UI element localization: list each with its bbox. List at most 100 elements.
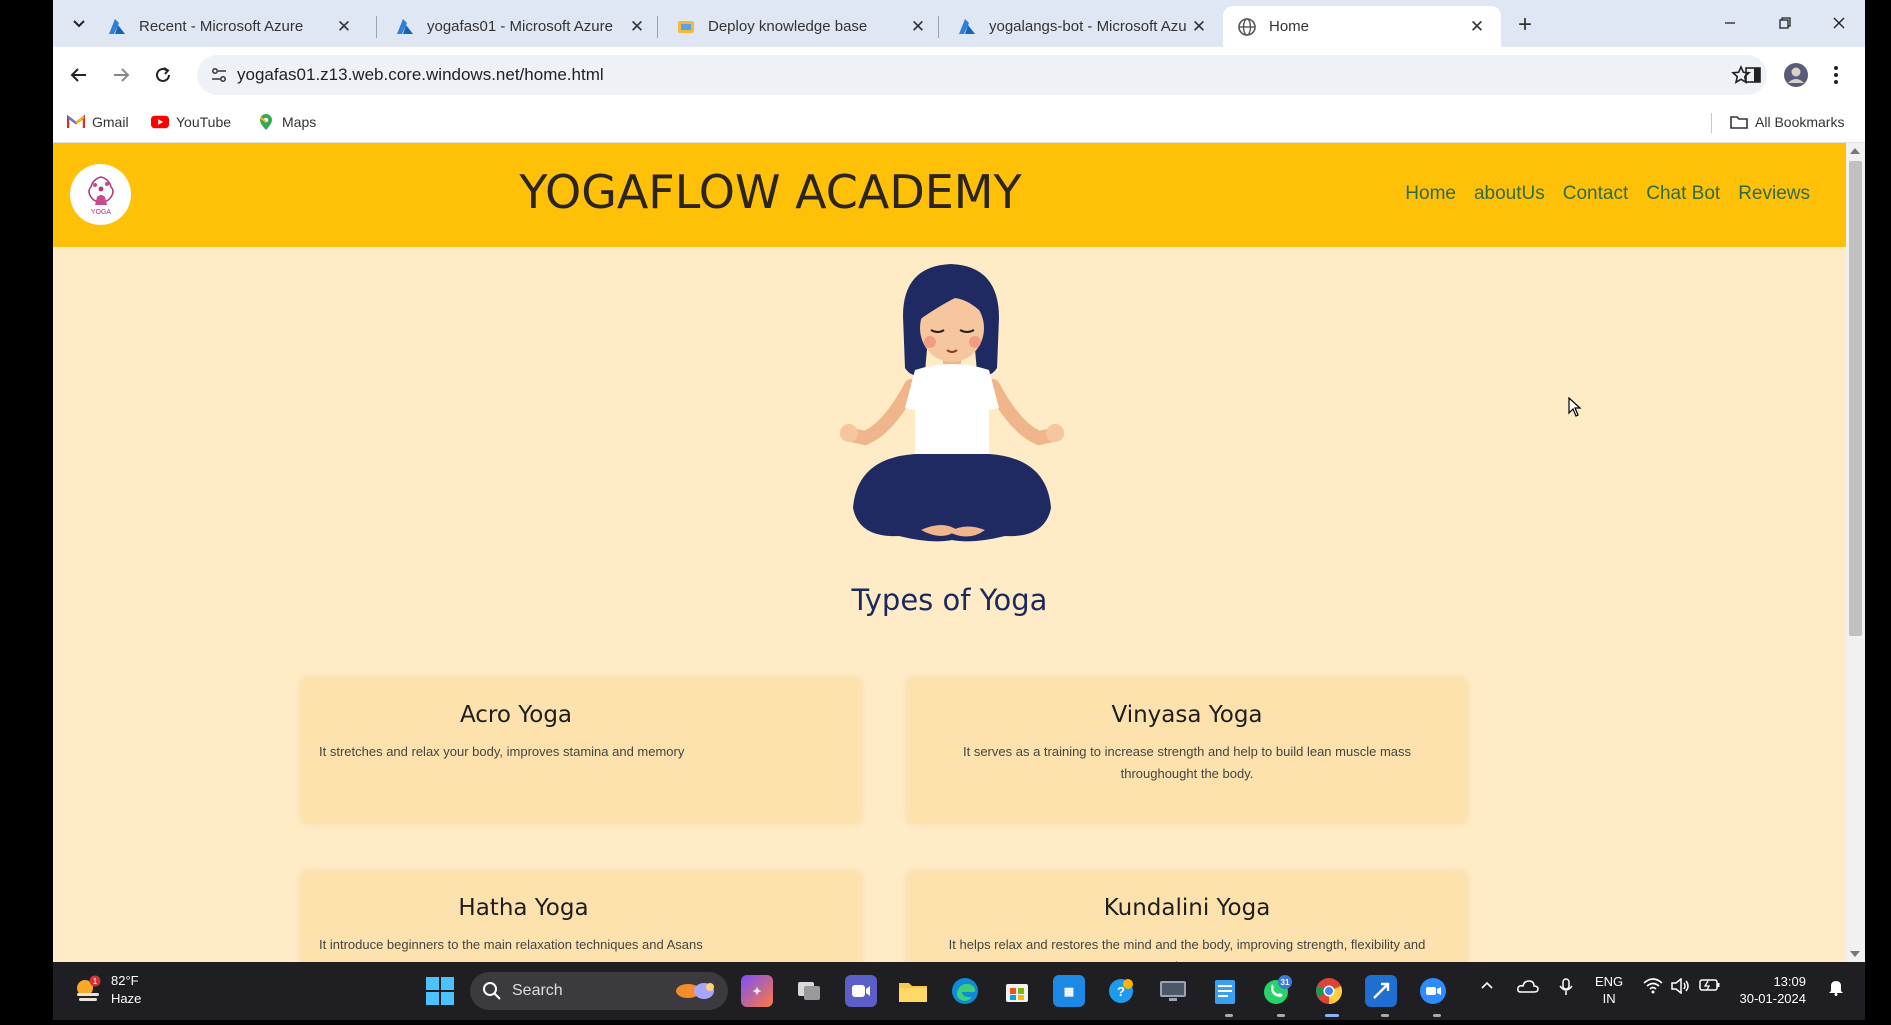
bookmark-maps[interactable]: Maps bbox=[257, 111, 316, 133]
volume-icon[interactable] bbox=[1671, 977, 1691, 997]
microphone-icon[interactable] bbox=[1559, 978, 1573, 999]
address-bar[interactable]: yogafas01.z13.web.core.windows.net/home.… bbox=[197, 55, 1767, 95]
profile-avatar[interactable] bbox=[1781, 60, 1811, 90]
close-icon[interactable]: ✕ bbox=[1467, 17, 1487, 37]
close-window-button[interactable] bbox=[1817, 8, 1861, 38]
restore-button[interactable] bbox=[1763, 8, 1807, 38]
site-title: YOGAFLOW ACADEMY bbox=[519, 165, 1022, 219]
side-panel-icon[interactable] bbox=[1738, 60, 1768, 90]
running-indicator bbox=[1381, 1014, 1389, 1017]
card-vinyasa-yoga: Vinyasa Yoga It serves as a training to … bbox=[907, 678, 1467, 823]
taskbar-search[interactable]: Search bbox=[470, 972, 728, 1010]
language-indicator[interactable]: ENG IN bbox=[1595, 973, 1623, 1007]
app-icon-help[interactable]: ? bbox=[1105, 975, 1137, 1007]
weather-condition: Haze bbox=[111, 991, 142, 1006]
close-icon[interactable]: ✕ bbox=[1189, 17, 1209, 37]
page-scrollbar[interactable] bbox=[1846, 143, 1865, 962]
edge-icon[interactable] bbox=[949, 975, 981, 1007]
battery-icon[interactable] bbox=[1699, 978, 1721, 995]
chrome-icon[interactable] bbox=[1313, 975, 1345, 1007]
azure-icon bbox=[109, 18, 125, 34]
whatsapp-icon[interactable]: 31 bbox=[1261, 975, 1293, 1007]
notification-bell-icon[interactable] bbox=[1828, 978, 1844, 999]
tab-label: yogafas01 - Microsoft Azure bbox=[427, 18, 613, 35]
bookmarks-divider bbox=[1711, 113, 1712, 133]
whatsapp-badge: 31 bbox=[1281, 978, 1290, 987]
weather-temp: 82°F bbox=[111, 973, 139, 988]
arrow-right-icon bbox=[114, 68, 130, 82]
tab-deploy-knowledge-base[interactable]: Deploy knowledge base ✕ bbox=[662, 6, 942, 47]
bookmark-label: Maps bbox=[282, 114, 317, 130]
site-info-icon[interactable] bbox=[207, 63, 231, 87]
running-indicator bbox=[1277, 1014, 1285, 1017]
nav-chat-bot[interactable]: Chat Bot bbox=[1646, 183, 1720, 205]
new-tab-button[interactable]: + bbox=[1511, 11, 1539, 39]
nav-reviews[interactable]: Reviews bbox=[1738, 183, 1810, 205]
close-icon[interactable]: ✕ bbox=[908, 17, 928, 37]
back-button[interactable] bbox=[61, 57, 97, 93]
nav-home[interactable]: Home bbox=[1405, 183, 1456, 205]
scroll-up-icon[interactable] bbox=[1850, 148, 1860, 154]
notepad-icon[interactable] bbox=[1209, 975, 1241, 1007]
close-icon[interactable]: ✕ bbox=[334, 17, 354, 37]
globe-icon bbox=[1238, 17, 1256, 36]
card-description: It helps relax and restores the mind and… bbox=[948, 937, 1426, 962]
bookmark-label: Gmail bbox=[92, 114, 129, 130]
close-icon[interactable]: ✕ bbox=[627, 17, 647, 37]
weather-haze-icon: 1 bbox=[77, 975, 101, 1001]
teams-icon[interactable] bbox=[845, 975, 877, 1007]
bookmarks-bar: Gmail YouTube Maps All Bookmarks bbox=[53, 103, 1865, 143]
tab-label: yogalangs-bot - Microsoft Azu bbox=[989, 18, 1187, 35]
card-title: Acro Yoga bbox=[459, 702, 573, 728]
site-nav: Home aboutUs Contact Chat Bot Reviews bbox=[1387, 183, 1810, 205]
mouse-cursor-icon bbox=[1568, 397, 1582, 417]
reload-button[interactable] bbox=[145, 57, 181, 93]
app-icon-monitor[interactable] bbox=[1157, 975, 1189, 1007]
tab-label: Deploy knowledge base bbox=[708, 18, 868, 35]
folder-icon bbox=[1730, 113, 1748, 131]
tab-search-button[interactable] bbox=[61, 9, 97, 39]
bookmark-youtube[interactable]: YouTube bbox=[151, 111, 231, 133]
close-icon bbox=[1833, 17, 1845, 29]
menu-dots-icon[interactable] bbox=[1821, 60, 1851, 90]
scroll-down-icon[interactable] bbox=[1850, 951, 1860, 957]
tab-home[interactable]: Home ✕ bbox=[1223, 6, 1501, 47]
all-bookmarks-button[interactable]: All Bookmarks bbox=[1730, 111, 1844, 133]
search-placeholder: Search bbox=[512, 982, 563, 999]
chevron-up-icon[interactable] bbox=[1480, 978, 1494, 995]
search-icon bbox=[483, 982, 501, 1000]
meditating-woman-illustration bbox=[840, 264, 1064, 542]
plus-icon: + bbox=[1517, 11, 1532, 38]
zoom-icon[interactable] bbox=[1417, 975, 1449, 1007]
weather-text: 82°F Haze bbox=[111, 972, 141, 1008]
scroll-thumb[interactable] bbox=[1849, 161, 1862, 636]
nav-contact[interactable]: Contact bbox=[1563, 183, 1628, 205]
tab-recent-azure[interactable]: Recent - Microsoft Azure ✕ bbox=[93, 6, 368, 47]
system-clock[interactable]: 13:09 30-01-2024 bbox=[1736, 973, 1807, 1007]
azure-icon bbox=[959, 18, 975, 34]
clock-time: 13:09 bbox=[1773, 974, 1806, 989]
section-heading: Types of Yoga bbox=[851, 583, 1048, 617]
card-description: It introduce beginners to the main relax… bbox=[319, 937, 703, 952]
url-text[interactable]: yogafas01.z13.web.core.windows.net/home.… bbox=[237, 55, 604, 95]
clock-date: 30-01-2024 bbox=[1739, 991, 1807, 1006]
wifi-icon[interactable] bbox=[1643, 978, 1663, 997]
tab-separator bbox=[376, 16, 377, 38]
screen: Recent - Microsoft Azure ✕ yogafas01 - M… bbox=[0, 0, 1891, 1025]
microsoft-store-icon[interactable] bbox=[1001, 975, 1033, 1007]
onedrive-icon[interactable] bbox=[1517, 978, 1539, 997]
tab-yogafas01-azure[interactable]: yogafas01 - Microsoft Azure ✕ bbox=[381, 6, 661, 47]
weather-widget[interactable]: 1 82°F Haze bbox=[73, 972, 141, 1008]
bookmark-gmail[interactable]: Gmail bbox=[67, 111, 129, 133]
copilot-icon[interactable]: ✦ bbox=[741, 975, 773, 1007]
nav-about-us[interactable]: aboutUs bbox=[1474, 183, 1545, 205]
forward-button[interactable] bbox=[103, 57, 139, 93]
minimize-button[interactable] bbox=[1708, 8, 1752, 38]
app-icon-blue[interactable]: ▦ bbox=[1053, 975, 1085, 1007]
task-view-icon[interactable] bbox=[793, 975, 825, 1007]
windows-start-icon[interactable] bbox=[425, 976, 455, 1006]
svg-text:?: ? bbox=[1117, 984, 1125, 999]
tab-yogalangs-bot[interactable]: yogalangs-bot - Microsoft Azu ✕ bbox=[943, 6, 1223, 47]
file-explorer-icon[interactable] bbox=[897, 975, 929, 1007]
app-icon-remote[interactable] bbox=[1365, 975, 1397, 1007]
